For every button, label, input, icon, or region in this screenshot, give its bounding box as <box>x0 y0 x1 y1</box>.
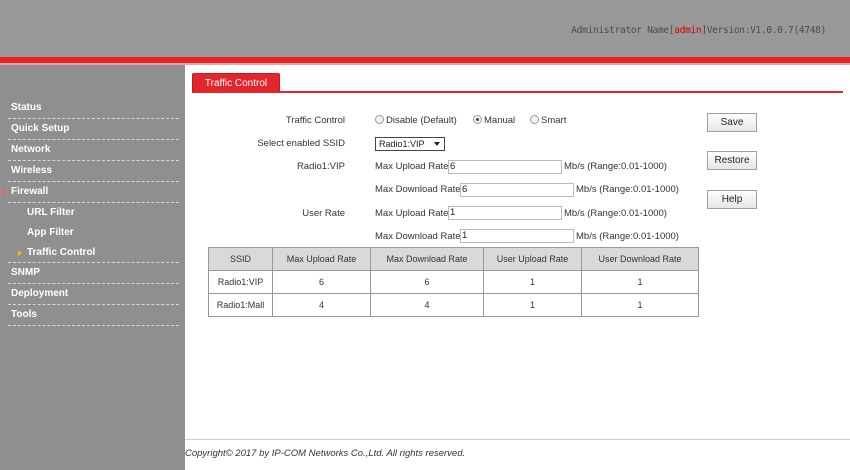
sidebar-item-label: Firewall <box>11 186 49 197</box>
active-arrow-icon <box>18 250 22 256</box>
table-header-cell: User Upload Rate <box>483 247 582 271</box>
sidebar-item-wireless[interactable]: Wireless <box>0 161 185 182</box>
restore-button[interactable]: Restore <box>707 151 757 170</box>
radio-group-label: Radio1:VIP <box>296 161 345 172</box>
sidebar-item-quick-setup[interactable]: Quick Setup <box>0 119 185 140</box>
table-row: Radio1:VIP 6 6 1 1 <box>208 270 699 294</box>
header-bar: Administrator Name[admin]Version:V1.0.0.… <box>0 0 850 58</box>
sidebar-item-tools[interactable]: Tools <box>0 305 185 326</box>
tab-label: Traffic Control <box>204 78 268 89</box>
ssid-select-label: Select enabled SSID <box>257 138 345 149</box>
radio-disable-label: Disable (Default) <box>386 115 457 126</box>
radio-smart[interactable] <box>530 115 539 124</box>
sidebar-item-label: Wireless <box>11 165 53 176</box>
max-upload-unit: Mb/s (Range:0.01-1000) <box>564 161 667 172</box>
table-cell: Radio1:Mall <box>208 293 273 317</box>
radio-disable[interactable] <box>375 115 384 124</box>
radio-manual[interactable] <box>473 115 482 124</box>
sidebar-item-firewall[interactable]: Firewall <box>0 182 185 203</box>
user-download-input[interactable]: 1 <box>460 229 574 243</box>
max-download-label: Max Download Rate: <box>375 184 464 195</box>
help-button[interactable]: Help <box>707 190 757 209</box>
expanded-arrow-icon <box>3 189 7 195</box>
ssid-select[interactable]: Radio1:VIP <box>375 137 445 151</box>
table-header-row: SSID Max Upload Rate Max Download Rate U… <box>208 247 699 271</box>
sidebar-item-label: Status <box>11 102 42 113</box>
table-header-cell: Max Upload Rate <box>272 247 371 271</box>
table-cell: 6 <box>370 270 484 294</box>
sidebar-item-network[interactable]: Network <box>0 140 185 161</box>
table-cell: Radio1:VIP <box>208 270 273 294</box>
max-download-input[interactable]: 6 <box>460 183 574 197</box>
sidebar-item-label: SNMP <box>11 267 40 278</box>
table-cell: 1 <box>581 293 699 317</box>
footer-divider <box>185 439 850 440</box>
admin-info: Administrator Name[admin]Version:V1.0.0.… <box>571 25 826 36</box>
sidebar-item-label: Network <box>11 144 51 155</box>
version-text: ]Version:V1.0.0.7(4748) <box>701 25 826 36</box>
radio-smart-label: Smart <box>541 115 567 126</box>
main-content: Traffic Control Traffic Control Disable … <box>185 65 850 470</box>
table-cell: 1 <box>483 270 582 294</box>
sidebar-item-label: Traffic Control <box>27 247 96 258</box>
sidebar-item-label: Quick Setup <box>11 123 70 134</box>
tab-underline <box>192 91 843 93</box>
tab-traffic-control[interactable]: Traffic Control <box>192 73 280 92</box>
radio-manual-label: Manual <box>484 115 516 126</box>
sidebar-item-label: URL Filter <box>27 207 75 218</box>
sidebar-item-label: App Filter <box>27 227 74 238</box>
sidebar-nav: Status Quick Setup Network Wireless Fire… <box>0 98 185 326</box>
user-upload-label: Max Upload Rate: <box>375 208 452 219</box>
admin-user-link[interactable]: admin <box>674 25 701 36</box>
sidebar-item-label: Deployment <box>11 288 69 299</box>
table-header-cell: Max Download Rate <box>370 247 484 271</box>
user-download-label: Max Download Rate: <box>375 231 464 242</box>
sidebar-item-snmp[interactable]: SNMP <box>0 263 185 284</box>
sidebar-item-url-filter[interactable]: URL Filter <box>0 203 185 223</box>
sidebar-item-label: Tools <box>11 309 37 320</box>
rate-table: SSID Max Upload Rate Max Download Rate U… <box>208 247 699 317</box>
copyright-text: Copyright© 2017 by IP-COM Networks Co.,L… <box>185 448 466 459</box>
table-header-cell: User Download Rate <box>581 247 699 271</box>
sidebar-item-deployment[interactable]: Deployment <box>0 284 185 305</box>
max-upload-input[interactable]: 6 <box>448 160 562 174</box>
table-header-cell: SSID <box>208 247 273 271</box>
max-download-unit: Mb/s (Range:0.01-1000) <box>576 184 679 195</box>
user-rate-label: User Rate <box>302 208 345 219</box>
table-cell: 4 <box>370 293 484 317</box>
table-cell: 4 <box>272 293 371 317</box>
user-download-unit: Mb/s (Range:0.01-1000) <box>576 231 679 242</box>
traffic-control-label: Traffic Control <box>285 115 345 126</box>
user-upload-input[interactable]: 1 <box>448 206 562 220</box>
sidebar-item-status[interactable]: Status <box>0 98 185 119</box>
sidebar-item-app-filter[interactable]: App Filter <box>0 223 185 243</box>
table-cell: 1 <box>581 270 699 294</box>
table-cell: 1 <box>483 293 582 317</box>
sidebar-item-traffic-control[interactable]: Traffic Control <box>0 243 185 263</box>
user-upload-unit: Mb/s (Range:0.01-1000) <box>564 208 667 219</box>
table-row: Radio1:Mall 4 4 1 1 <box>208 293 699 317</box>
chevron-down-icon <box>434 142 440 146</box>
ssid-select-value: Radio1:VIP <box>379 139 425 149</box>
max-upload-label: Max Upload Rate: <box>375 161 452 172</box>
admin-prefix: Administrator Name[ <box>571 25 675 36</box>
sidebar: Status Quick Setup Network Wireless Fire… <box>0 65 185 470</box>
save-button[interactable]: Save <box>707 113 757 132</box>
table-cell: 6 <box>272 270 371 294</box>
